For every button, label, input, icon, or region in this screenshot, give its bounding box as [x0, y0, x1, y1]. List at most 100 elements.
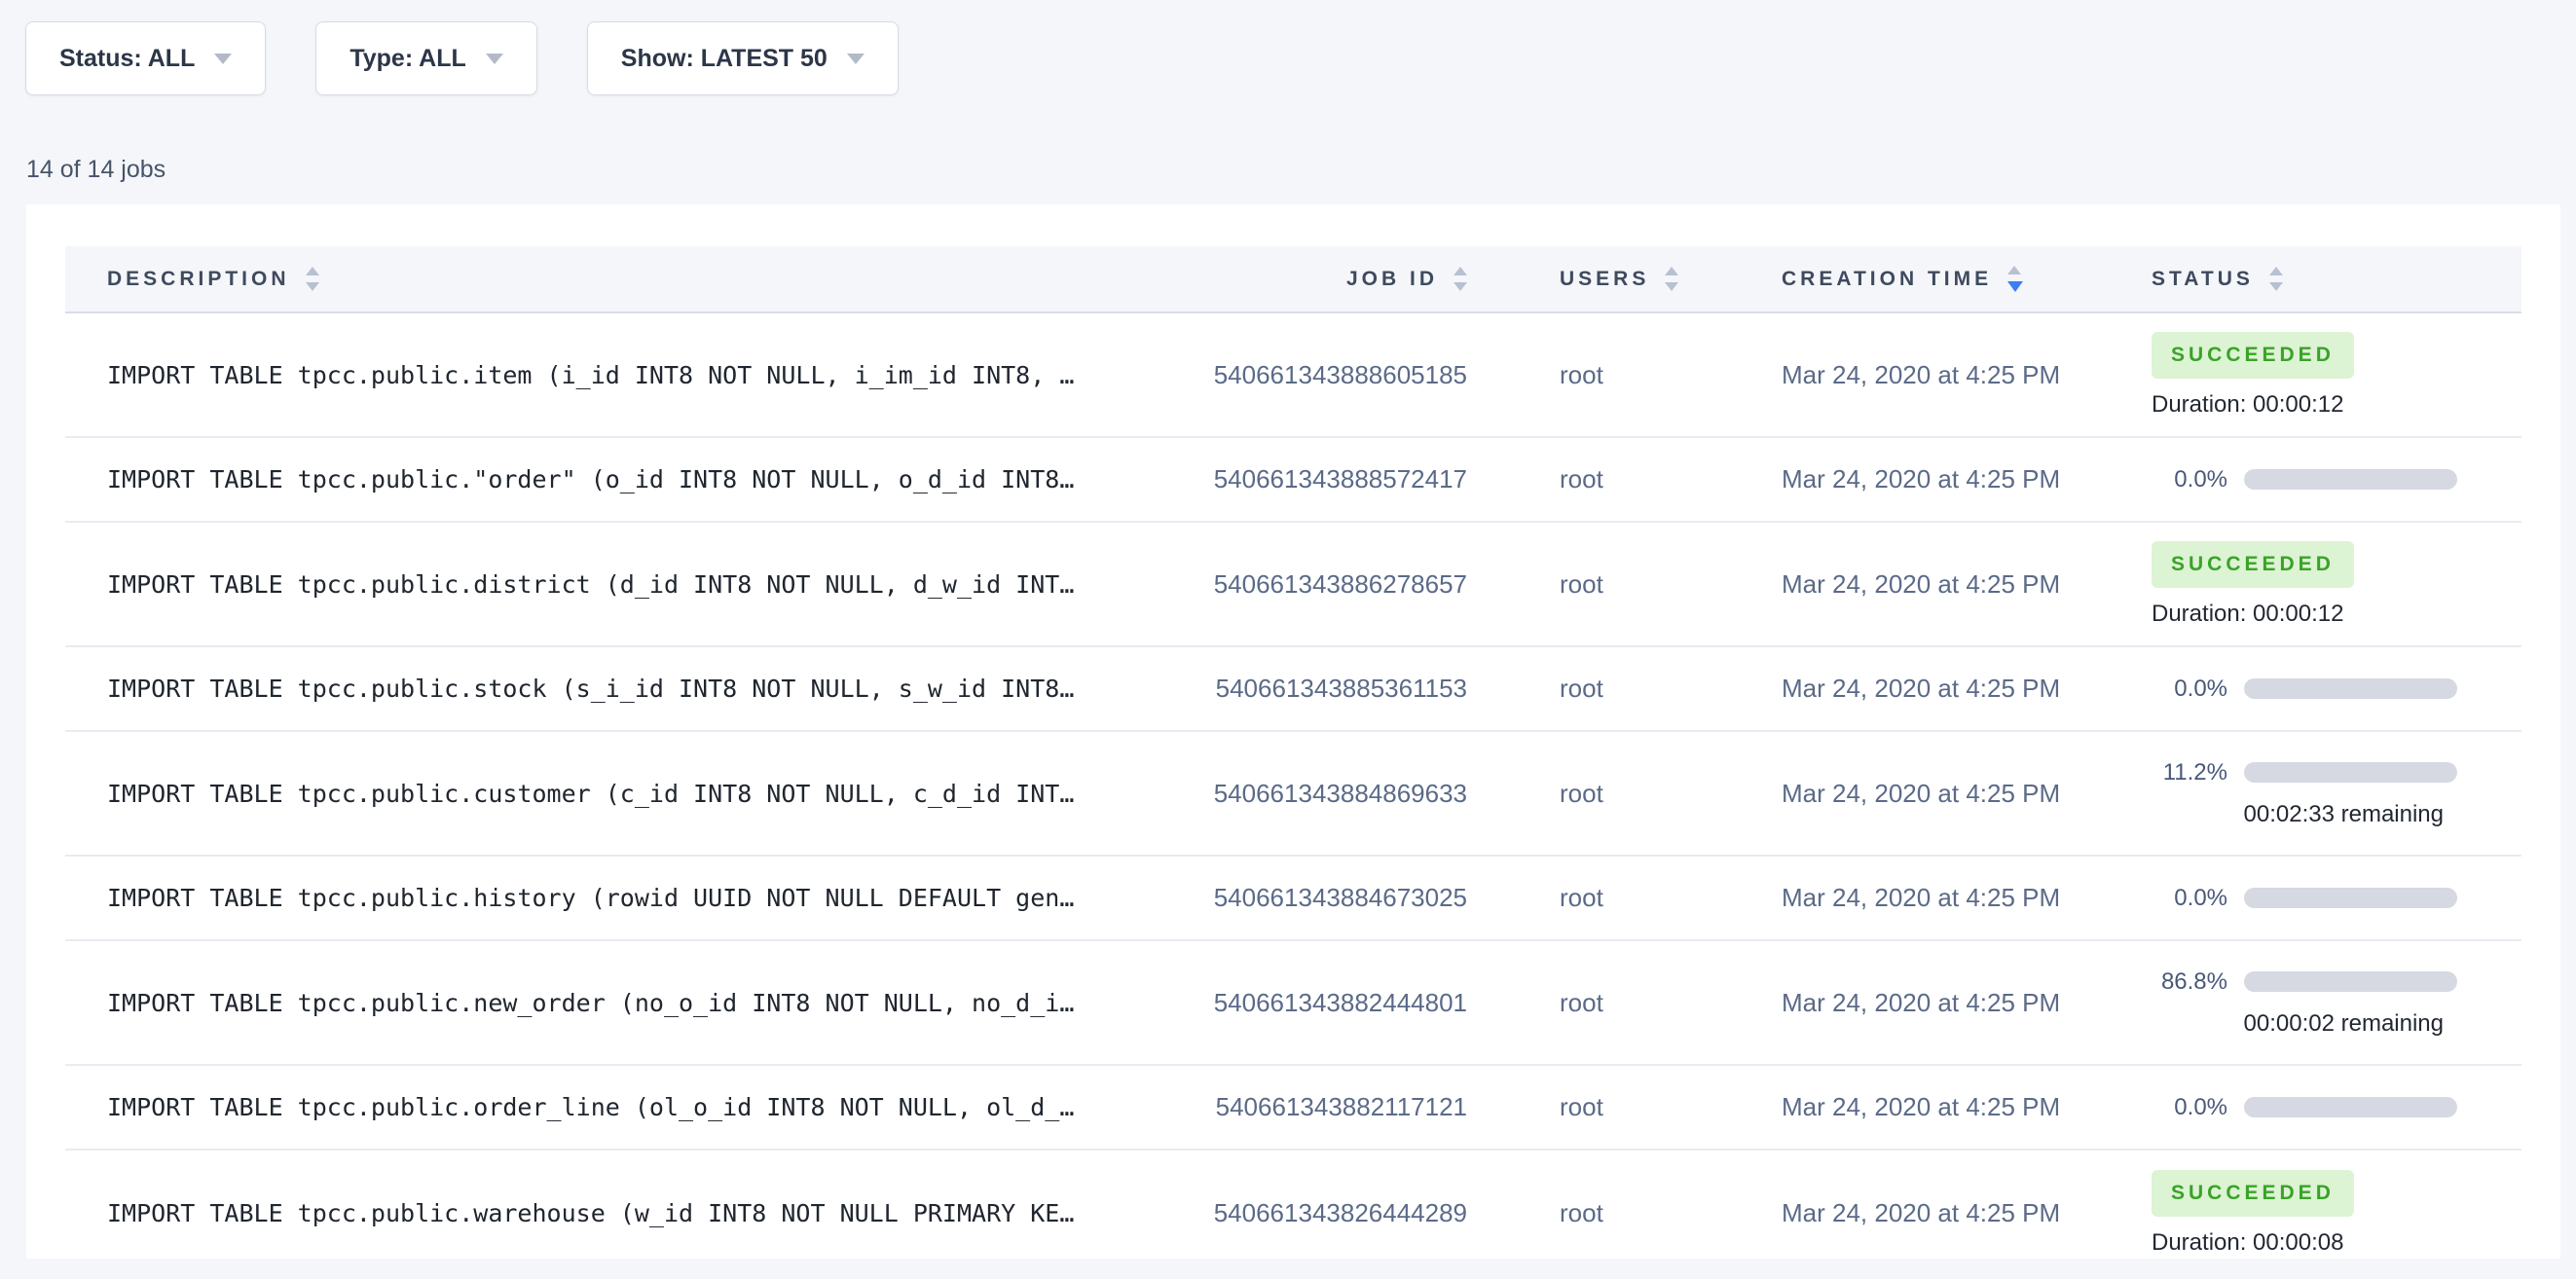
sort-asc-icon: [1454, 267, 1467, 275]
sort-icons: [1454, 267, 1467, 291]
job-id-cell: 540661343885361153: [1197, 674, 1467, 704]
job-creation-time-cell: Mar 24, 2020 at 4:25 PM: [1743, 1198, 2122, 1228]
sort-icons: [306, 267, 319, 291]
job-id: 540661343884869633: [1214, 779, 1467, 809]
job-status-cell: 86.8% 00:00:02 remaining: [2122, 968, 2521, 1038]
filter-bar: Status: ALL Type: ALL Show: LATEST 50: [0, 0, 2576, 95]
job-id: 540661343882117121: [1216, 1092, 1467, 1122]
job-creation-time: Mar 24, 2020 at 4:25 PM: [1782, 360, 2060, 390]
job-description-cell: IMPORT TABLE tpcc.public.item (i_id INT8…: [65, 361, 1197, 389]
column-header-creation-time[interactable]: CREATION TIME: [1743, 266, 2122, 292]
column-header-label: STATUS: [2152, 268, 2254, 291]
table-row: IMPORT TABLE tpcc.public.order_line (ol_…: [65, 1066, 2521, 1151]
job-description: IMPORT TABLE tpcc.public.new_order (no_o…: [107, 989, 1074, 1017]
column-header-description[interactable]: DESCRIPTION: [65, 267, 1197, 291]
status-badge: SUCCEEDED: [2152, 1170, 2354, 1217]
job-creation-time-cell: Mar 24, 2020 at 4:25 PM: [1743, 464, 2122, 494]
job-id-cell: 540661343826444289: [1197, 1198, 1467, 1228]
progress-percent: 11.2%: [2152, 759, 2227, 786]
progress-remaining: 00:02:33 remaining: [2152, 801, 2455, 828]
progress-bar: [2244, 762, 2457, 783]
job-description-cell: IMPORT TABLE tpcc.public.customer (c_id …: [65, 780, 1197, 808]
status-filter-label: Status: ALL: [59, 45, 195, 73]
sort-icons: [2007, 266, 2023, 292]
progress-remaining: 00:00:02 remaining: [2152, 1010, 2455, 1038]
job-description: IMPORT TABLE tpcc.public.stock (s_i_id I…: [107, 675, 1074, 703]
progress-line: 11.2%: [2152, 759, 2457, 786]
job-creation-time-cell: Mar 24, 2020 at 4:25 PM: [1743, 360, 2122, 390]
table-row: IMPORT TABLE tpcc.public.district (d_id …: [65, 523, 2521, 647]
column-header-label: DESCRIPTION: [107, 268, 290, 291]
table-row: IMPORT TABLE tpcc.public.history (rowid …: [65, 857, 2521, 941]
job-id-cell: 540661343882444801: [1197, 988, 1467, 1018]
job-description-cell: IMPORT TABLE tpcc.public.stock (s_i_id I…: [65, 675, 1197, 703]
job-creation-time: Mar 24, 2020 at 4:25 PM: [1782, 988, 2060, 1018]
status-duration: Duration: 00:00:12: [2152, 601, 2354, 628]
sort-icons: [1665, 267, 1678, 291]
sort-desc-icon: [2269, 282, 2283, 291]
job-user-cell: root: [1467, 464, 1743, 494]
progress-percent: 0.0%: [2152, 1094, 2227, 1121]
job-id: 540661343882444801: [1214, 988, 1467, 1018]
status-succeeded: SUCCEEDED Duration: 00:00:12: [2152, 332, 2354, 419]
table-row: IMPORT TABLE tpcc.public.warehouse (w_id…: [65, 1151, 2521, 1259]
job-creation-time: Mar 24, 2020 at 4:25 PM: [1782, 569, 2060, 600]
sort-asc-icon: [1665, 267, 1678, 275]
job-user-cell: root: [1467, 360, 1743, 390]
job-status-cell: 0.0%: [2122, 885, 2521, 912]
progress-line: 0.0%: [2152, 885, 2457, 912]
type-filter-label: Type: ALL: [350, 45, 465, 73]
job-status-cell: SUCCEEDED Duration: 00:00:08: [2122, 1170, 2521, 1257]
column-header-job-id[interactable]: JOB ID: [1197, 267, 1467, 291]
progress-bar: [2244, 971, 2457, 992]
column-header-status[interactable]: STATUS: [2122, 267, 2521, 291]
job-description-cell: IMPORT TABLE tpcc.public."order" (o_id I…: [65, 465, 1197, 493]
status-progress: 86.8% 00:00:02 remaining: [2152, 968, 2457, 1038]
status-duration: Duration: 00:00:12: [2152, 391, 2354, 419]
progress-percent: 0.0%: [2152, 885, 2227, 912]
job-user-cell: root: [1467, 988, 1743, 1018]
job-description: IMPORT TABLE tpcc.public.district (d_id …: [107, 570, 1074, 599]
job-description-cell: IMPORT TABLE tpcc.public.new_order (no_o…: [65, 989, 1197, 1017]
job-id: 540661343886278657: [1214, 569, 1467, 600]
type-filter-dropdown[interactable]: Type: ALL: [315, 21, 536, 95]
job-creation-time: Mar 24, 2020 at 4:25 PM: [1782, 883, 2060, 913]
job-creation-time: Mar 24, 2020 at 4:25 PM: [1782, 464, 2060, 494]
job-id-cell: 540661343888605185: [1197, 360, 1467, 390]
progress-line: 0.0%: [2152, 466, 2457, 493]
job-creation-time: Mar 24, 2020 at 4:25 PM: [1782, 674, 2060, 704]
sort-desc-icon: [306, 282, 319, 291]
column-header-label: USERS: [1560, 268, 1649, 291]
job-user-cell: root: [1467, 1092, 1743, 1122]
progress-bar: [2244, 678, 2457, 699]
status-succeeded: SUCCEEDED Duration: 00:00:08: [2152, 1170, 2354, 1257]
show-filter-dropdown[interactable]: Show: LATEST 50: [587, 21, 899, 95]
job-id-cell: 540661343884869633: [1197, 779, 1467, 809]
job-description-cell: IMPORT TABLE tpcc.public.warehouse (w_id…: [65, 1199, 1197, 1227]
job-creation-time: Mar 24, 2020 at 4:25 PM: [1782, 1198, 2060, 1228]
sort-desc-icon: [1665, 282, 1678, 291]
progress-percent: 0.0%: [2152, 466, 2227, 493]
table-row: IMPORT TABLE tpcc.public.item (i_id INT8…: [65, 313, 2521, 438]
column-header-label: JOB ID: [1346, 268, 1438, 291]
job-description: IMPORT TABLE tpcc.public.history (rowid …: [107, 884, 1074, 912]
status-filter-dropdown[interactable]: Status: ALL: [25, 21, 266, 95]
column-header-users[interactable]: USERS: [1467, 267, 1743, 291]
job-status-cell: 0.0%: [2122, 466, 2521, 493]
job-user-cell: root: [1467, 569, 1743, 600]
job-status-cell: 11.2% 00:02:33 remaining: [2122, 759, 2521, 828]
table-row: IMPORT TABLE tpcc.public."order" (o_id I…: [65, 438, 2521, 523]
job-id: 540661343888605185: [1214, 360, 1467, 390]
job-user-cell: root: [1467, 674, 1743, 704]
job-status-cell: SUCCEEDED Duration: 00:00:12: [2122, 332, 2521, 419]
job-status-cell: 0.0%: [2122, 676, 2521, 703]
job-description: IMPORT TABLE tpcc.public.item (i_id INT8…: [107, 361, 1074, 389]
progress-percent: 86.8%: [2152, 968, 2227, 996]
status-progress: 0.0%: [2152, 676, 2457, 703]
jobs-table-card: DESCRIPTION JOB ID USERS: [26, 204, 2560, 1259]
job-description: IMPORT TABLE tpcc.public.order_line (ol_…: [107, 1093, 1074, 1121]
job-description: IMPORT TABLE tpcc.public.warehouse (w_id…: [107, 1199, 1074, 1227]
status-badge: SUCCEEDED: [2152, 332, 2354, 379]
job-status-cell: SUCCEEDED Duration: 00:00:12: [2122, 541, 2521, 628]
job-id: 540661343884673025: [1214, 883, 1467, 913]
